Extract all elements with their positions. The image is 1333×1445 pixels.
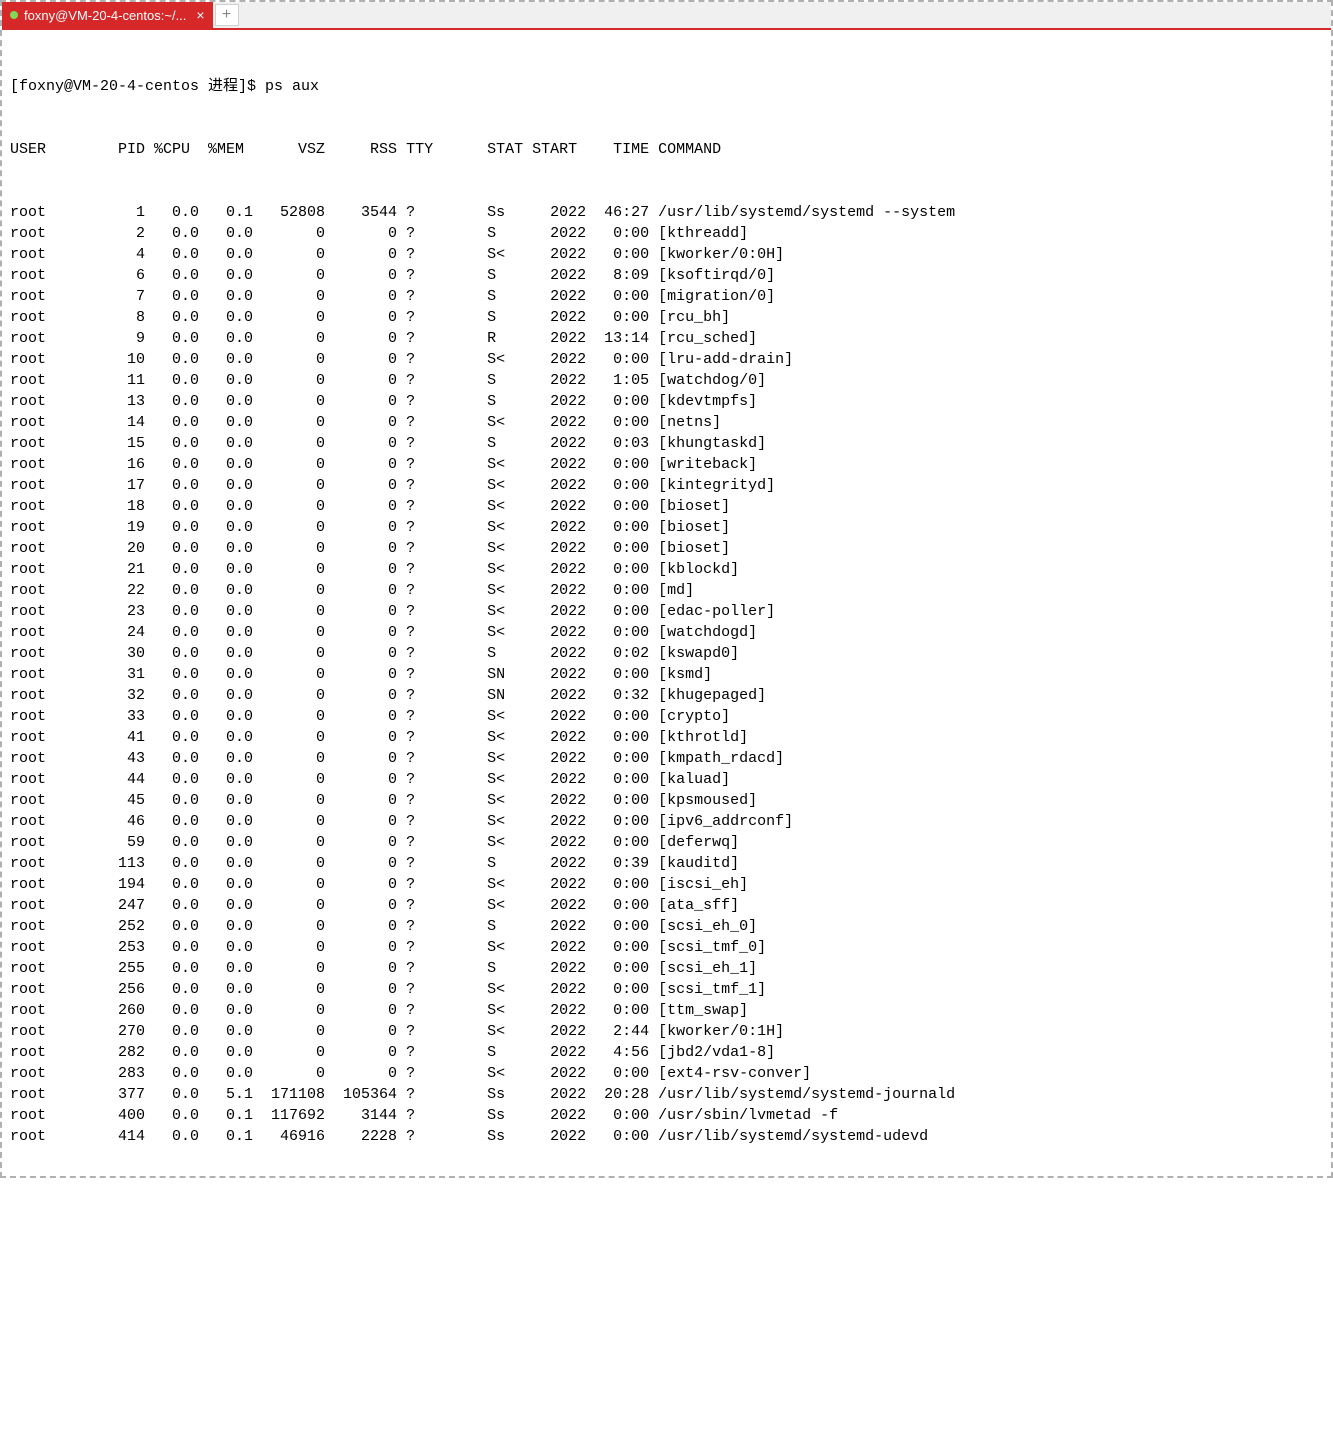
ps-row: root 6 0.0 0.0 0 0 ? S 2022 8:09 [ksofti… [10,265,1323,286]
ps-row: root 13 0.0 0.0 0 0 ? S 2022 0:00 [kdevt… [10,391,1323,412]
ps-row: root 32 0.0 0.0 0 0 ? SN 2022 0:32 [khug… [10,685,1323,706]
ps-row: root 270 0.0 0.0 0 0 ? S< 2022 2:44 [kwo… [10,1021,1323,1042]
ps-row: root 18 0.0 0.0 0 0 ? S< 2022 0:00 [bios… [10,496,1323,517]
ps-row: root 260 0.0 0.0 0 0 ? S< 2022 0:00 [ttm… [10,1000,1323,1021]
ps-row: root 41 0.0 0.0 0 0 ? S< 2022 0:00 [kthr… [10,727,1323,748]
ps-row: root 17 0.0 0.0 0 0 ? S< 2022 0:00 [kint… [10,475,1323,496]
tab-title: foxny@VM-20-4-centos:~/... [24,8,186,23]
new-tab-button[interactable]: + [215,4,239,26]
ps-row: root 31 0.0 0.0 0 0 ? SN 2022 0:00 [ksmd… [10,664,1323,685]
ps-row: root 4 0.0 0.0 0 0 ? S< 2022 0:00 [kwork… [10,244,1323,265]
ps-row: root 113 0.0 0.0 0 0 ? S 2022 0:39 [kaud… [10,853,1323,874]
ps-row: root 44 0.0 0.0 0 0 ? S< 2022 0:00 [kalu… [10,769,1323,790]
ps-row: root 11 0.0 0.0 0 0 ? S 2022 1:05 [watch… [10,370,1323,391]
ps-row: root 252 0.0 0.0 0 0 ? S 2022 0:00 [scsi… [10,916,1323,937]
ps-row: root 16 0.0 0.0 0 0 ? S< 2022 0:00 [writ… [10,454,1323,475]
ps-row: root 23 0.0 0.0 0 0 ? S< 2022 0:00 [edac… [10,601,1323,622]
ps-row: root 2 0.0 0.0 0 0 ? S 2022 0:00 [kthrea… [10,223,1323,244]
ps-row: root 59 0.0 0.0 0 0 ? S< 2022 0:00 [defe… [10,832,1323,853]
ps-row: root 9 0.0 0.0 0 0 ? R 2022 13:14 [rcu_s… [10,328,1323,349]
ps-row: root 45 0.0 0.0 0 0 ? S< 2022 0:00 [kpsm… [10,790,1323,811]
ps-row: root 8 0.0 0.0 0 0 ? S 2022 0:00 [rcu_bh… [10,307,1323,328]
ps-row: root 46 0.0 0.0 0 0 ? S< 2022 0:00 [ipv6… [10,811,1323,832]
prompt-line: [foxny@VM-20-4-centos 进程]$ ps aux [10,76,1323,97]
ps-row: root 14 0.0 0.0 0 0 ? S< 2022 0:00 [netn… [10,412,1323,433]
ps-row: root 1 0.0 0.1 52808 3544 ? Ss 2022 46:2… [10,202,1323,223]
ps-row: root 15 0.0 0.0 0 0 ? S 2022 0:03 [khung… [10,433,1323,454]
ps-row: root 43 0.0 0.0 0 0 ? S< 2022 0:00 [kmpa… [10,748,1323,769]
tab-bar: foxny@VM-20-4-centos:~/... × + [2,2,1331,30]
ps-row: root 24 0.0 0.0 0 0 ? S< 2022 0:00 [watc… [10,622,1323,643]
terminal-viewport[interactable]: [foxny@VM-20-4-centos 进程]$ ps aux USER P… [2,30,1331,1176]
ps-row: root 282 0.0 0.0 0 0 ? S 2022 4:56 [jbd2… [10,1042,1323,1063]
ps-row: root 255 0.0 0.0 0 0 ? S 2022 0:00 [scsi… [10,958,1323,979]
ps-row: root 400 0.0 0.1 117692 3144 ? Ss 2022 0… [10,1105,1323,1126]
ps-header: USER PID %CPU %MEM VSZ RSS TTY STAT STAR… [10,139,1323,160]
status-dot-icon [10,11,18,19]
active-tab[interactable]: foxny@VM-20-4-centos:~/... × [2,2,213,28]
ps-row: root 20 0.0 0.0 0 0 ? S< 2022 0:00 [bios… [10,538,1323,559]
ps-row: root 194 0.0 0.0 0 0 ? S< 2022 0:00 [isc… [10,874,1323,895]
ps-row: root 247 0.0 0.0 0 0 ? S< 2022 0:00 [ata… [10,895,1323,916]
ps-row: root 19 0.0 0.0 0 0 ? S< 2022 0:00 [bios… [10,517,1323,538]
ps-row: root 253 0.0 0.0 0 0 ? S< 2022 0:00 [scs… [10,937,1323,958]
ps-row: root 21 0.0 0.0 0 0 ? S< 2022 0:00 [kblo… [10,559,1323,580]
ps-row: root 30 0.0 0.0 0 0 ? S 2022 0:02 [kswap… [10,643,1323,664]
ps-row: root 33 0.0 0.0 0 0 ? S< 2022 0:00 [cryp… [10,706,1323,727]
ps-row: root 377 0.0 5.1 171108 105364 ? Ss 2022… [10,1084,1323,1105]
close-icon[interactable]: × [196,7,204,23]
ps-row: root 7 0.0 0.0 0 0 ? S 2022 0:00 [migrat… [10,286,1323,307]
ps-row: root 22 0.0 0.0 0 0 ? S< 2022 0:00 [md] [10,580,1323,601]
ps-row: root 414 0.0 0.1 46916 2228 ? Ss 2022 0:… [10,1126,1323,1147]
ps-row: root 10 0.0 0.0 0 0 ? S< 2022 0:00 [lru-… [10,349,1323,370]
ps-row: root 283 0.0 0.0 0 0 ? S< 2022 0:00 [ext… [10,1063,1323,1084]
ps-row: root 256 0.0 0.0 0 0 ? S< 2022 0:00 [scs… [10,979,1323,1000]
ps-rows: root 1 0.0 0.1 52808 3544 ? Ss 2022 46:2… [10,202,1323,1147]
